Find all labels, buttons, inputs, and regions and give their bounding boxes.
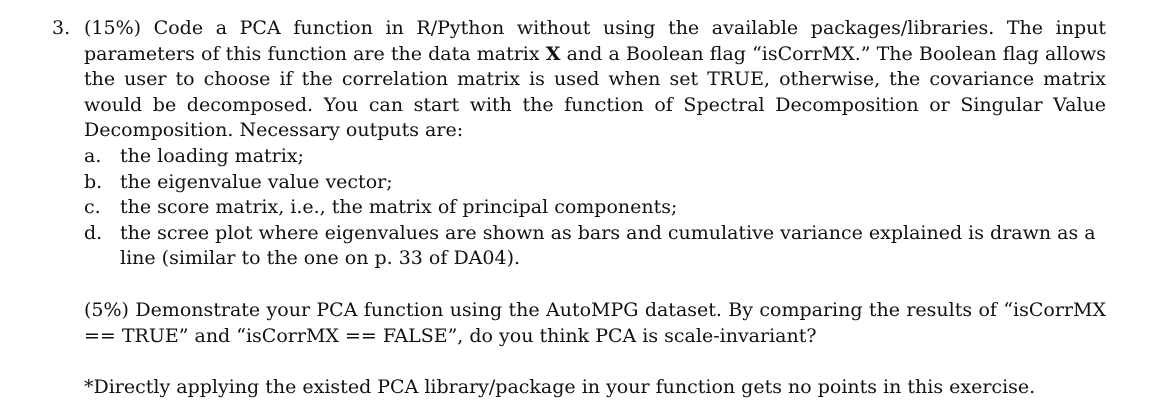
list-marker: c. bbox=[84, 196, 101, 218]
footnote: *Directly applying the existed PCA libra… bbox=[84, 376, 1036, 398]
list-item: c. the score matrix, i.e., the matrix of… bbox=[84, 195, 1106, 221]
list-item: d. the scree plot where eigenvalues are … bbox=[84, 221, 1106, 272]
list-item-text: the eigenvalue value vector; bbox=[120, 170, 393, 193]
question-number: 3. bbox=[52, 17, 71, 39]
list-marker: d. bbox=[84, 221, 103, 244]
list-item-text: the scree plot where eigenvalues are sho… bbox=[120, 221, 1096, 270]
matrix-x-symbol: X bbox=[545, 42, 561, 65]
list-item: a. the loading matrix; bbox=[84, 144, 1106, 170]
list-item: b. the eigenvalue value vector; bbox=[84, 170, 1106, 196]
assignment-question: 3. (15%) Code a PCA function in R/Python… bbox=[0, 0, 1157, 417]
question-intro: (15%) Code a PCA function in R/Python wi… bbox=[84, 16, 1106, 144]
list-item-text: the loading matrix; bbox=[120, 145, 304, 167]
demonstrate-paragraph: (5%) Demonstrate your PCA function using… bbox=[84, 299, 1106, 347]
list-marker: b. bbox=[84, 170, 103, 193]
list-item-text: the score matrix, i.e., the matrix of pr… bbox=[120, 196, 678, 218]
outputs-list: a. the loading matrix; b. the eigenvalue… bbox=[84, 144, 1106, 272]
list-marker: a. bbox=[84, 145, 102, 167]
